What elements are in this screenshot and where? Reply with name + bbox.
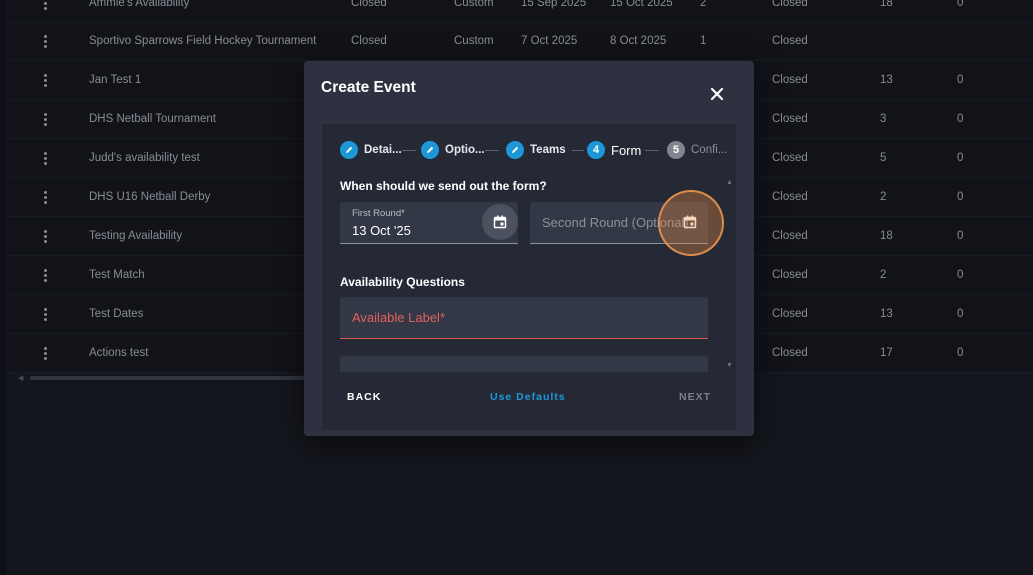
step-number: 5 [667,141,685,159]
available-label-placeholder: Available Label* [352,310,445,325]
step-label: Form [611,142,642,158]
step-label: Detai... [364,144,402,156]
wizard-panel: Detai... Optio... Teams 4 Form 5 Confi..… [322,124,736,430]
form-vertical-scrollbar[interactable]: ▲ ▼ [726,179,734,369]
step-confirm[interactable]: 5 Confi... [667,141,727,159]
step-teams[interactable]: Teams [506,141,566,159]
step-connector [485,150,499,151]
scroll-up-icon[interactable]: ▲ [726,179,733,186]
step-options[interactable]: Optio... [421,141,485,159]
wizard-stepper: Detai... Optio... Teams 4 Form 5 Confi..… [322,124,736,174]
unavailable-label-field[interactable] [340,356,708,372]
send-form-question: When should we send out the form? [340,179,547,193]
available-label-field[interactable]: Available Label* [340,297,708,339]
click-indicator [658,190,724,256]
calendar-icon[interactable] [482,204,518,240]
step-details[interactable]: Detai... [340,141,402,159]
step-connector [572,150,584,151]
first-round-value: 13 Oct '25 [352,223,411,238]
step-label: Teams [530,144,566,156]
step-connector [645,150,659,151]
pencil-icon [340,141,358,159]
use-defaults-button[interactable]: Use Defaults [490,382,566,412]
back-button[interactable]: BACK [347,382,381,412]
step-label: Confi... [691,144,728,156]
step-number: 4 [587,141,605,159]
wizard-actions: BACK Use Defaults NEXT [322,382,736,412]
pencil-icon [421,141,439,159]
dialog-title: Create Event [321,79,416,96]
pencil-icon [506,141,524,159]
close-icon[interactable] [708,85,726,103]
scroll-down-icon[interactable]: ▼ [726,362,733,369]
step-form[interactable]: 4 Form [587,141,641,159]
step-connector [402,150,416,151]
first-round-label: First Round* [352,208,405,219]
availability-questions-heading: Availability Questions [340,275,465,289]
step-label: Optio... [445,144,485,156]
next-button[interactable]: NEXT [679,382,711,412]
